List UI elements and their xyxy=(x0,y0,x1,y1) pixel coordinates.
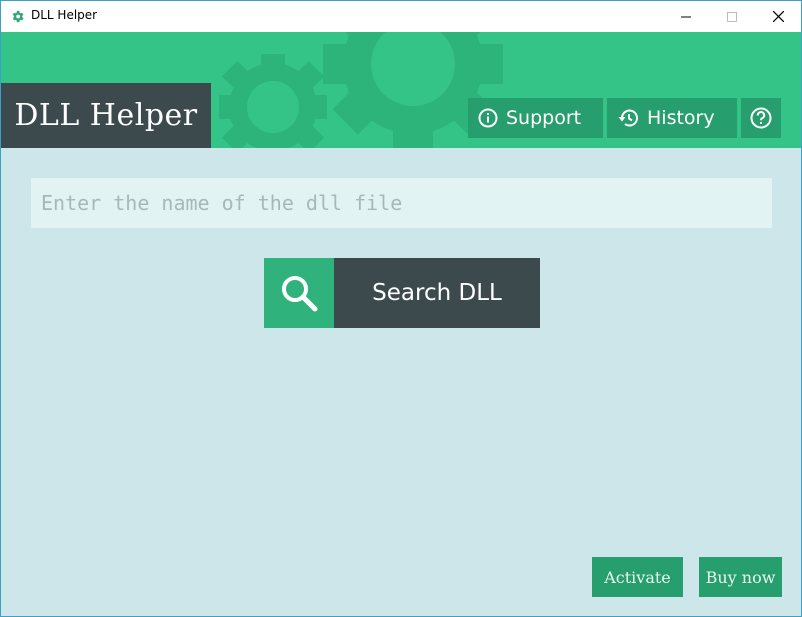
search-dll-label: Search DLL xyxy=(334,258,540,328)
search-icon-box xyxy=(264,258,334,328)
activate-button[interactable]: Activate xyxy=(592,557,683,597)
brand-title: DLL Helper xyxy=(14,98,198,133)
history-icon xyxy=(618,109,638,127)
close-button[interactable] xyxy=(755,1,801,32)
search-dll-button[interactable]: Search DLL xyxy=(264,258,540,328)
support-label: Support xyxy=(506,107,582,129)
support-button[interactable]: Support xyxy=(468,98,603,138)
buy-now-button[interactable]: Buy now xyxy=(699,557,782,597)
app-window: DLL Helper DLL Helper Support History En… xyxy=(0,0,802,617)
help-button[interactable] xyxy=(741,98,781,138)
title-bar[interactable]: DLL Helper xyxy=(1,1,801,32)
dll-search-input[interactable] xyxy=(31,178,772,228)
info-icon xyxy=(478,108,498,128)
maximize-button[interactable] xyxy=(709,1,755,32)
question-circle-icon xyxy=(750,107,772,129)
history-label: History xyxy=(647,107,715,129)
search-icon xyxy=(282,276,318,312)
maximize-icon xyxy=(727,11,737,22)
history-button[interactable]: History xyxy=(607,98,737,138)
app-brand: DLL Helper xyxy=(1,83,211,148)
window-title: DLL Helper xyxy=(31,8,98,22)
minimize-button[interactable] xyxy=(663,1,709,32)
header-banner: DLL Helper Support History xyxy=(1,32,801,148)
minimize-icon xyxy=(681,16,691,17)
close-icon xyxy=(772,11,784,22)
gear-icon xyxy=(12,10,24,23)
